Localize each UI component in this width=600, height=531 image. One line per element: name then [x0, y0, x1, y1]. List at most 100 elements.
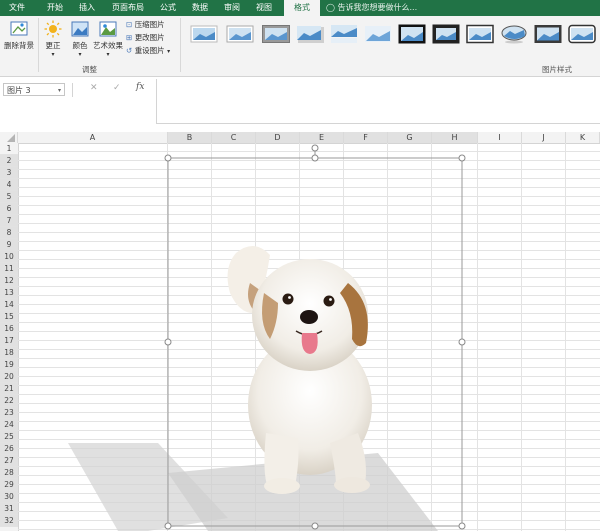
corrections-button[interactable]: 更正 ▾ — [40, 20, 66, 58]
row-header[interactable]: 4 — [0, 179, 18, 191]
picture-style-beveled-matte[interactable] — [262, 24, 290, 44]
tab-format[interactable]: 格式 — [284, 0, 320, 16]
picture-style-black-frame[interactable] — [432, 24, 460, 44]
tab-page-layout[interactable]: 页面布局 — [104, 0, 152, 16]
row-header[interactable]: 6 — [0, 203, 18, 215]
column-header-c[interactable]: C — [212, 132, 256, 143]
tab-insert[interactable]: 插入 — [72, 0, 102, 16]
row-header[interactable]: 9 — [0, 239, 18, 251]
column-header-j[interactable]: J — [522, 132, 566, 143]
row-header[interactable]: 14 — [0, 299, 18, 311]
row-header[interactable]: 7 — [0, 215, 18, 227]
picture-style-soft-edge[interactable] — [226, 24, 254, 44]
row-header[interactable]: 17 — [0, 335, 18, 347]
column-header-k[interactable]: K — [566, 132, 600, 143]
row-header[interactable]: 27 — [0, 455, 18, 467]
tab-review[interactable]: 审阅 — [218, 0, 246, 16]
formula-input[interactable] — [156, 79, 600, 124]
chevron-down-icon: ▾ — [57, 87, 61, 94]
reset-picture-button[interactable]: ↺ 重设图片 ▾ — [126, 45, 170, 57]
artistic-effects-icon — [99, 21, 117, 37]
picture-style-metal-frame[interactable] — [534, 24, 562, 44]
picture-styles-group-label: 图片样式 — [542, 65, 572, 74]
row-header[interactable]: 28 — [0, 467, 18, 479]
column-header-g[interactable]: G — [388, 132, 432, 143]
separator — [38, 18, 39, 72]
tab-home[interactable]: 开始 — [40, 0, 70, 16]
picture-style-simple-frame-black[interactable] — [466, 24, 494, 44]
row-headers: 1 2 3 4 5 6 7 8 9 10 11 12 13 14 15 16 17 18 19 20 21 22 23 24 2… — [0, 143, 19, 531]
row-header[interactable]: 16 — [0, 323, 18, 335]
picture-style-reflected[interactable] — [330, 24, 358, 44]
row-header[interactable]: 19 — [0, 359, 18, 371]
picture-style-rounded-black[interactable] — [568, 24, 596, 44]
change-picture-button[interactable]: ⊞ 更改图片 — [126, 32, 165, 44]
column-header-a[interactable]: A — [18, 132, 168, 143]
name-box[interactable]: 图片 3 ▾ — [3, 83, 65, 96]
tab-formulas[interactable]: 公式 — [154, 0, 182, 16]
ribbon-tab-bar: 文件 开始 插入 页面布局 公式 数据 审阅 视图 格式 ◯ 告诉我您想要做什么… — [0, 0, 600, 16]
enter-icon[interactable]: ✓ — [113, 83, 121, 93]
sun-icon — [44, 20, 62, 38]
column-header-i[interactable]: I — [478, 132, 522, 143]
row-header[interactable]: 20 — [0, 371, 18, 383]
picture-style-drop-shadow[interactable] — [296, 24, 324, 44]
chevron-down-icon: ▾ — [167, 48, 171, 55]
picture-style-oval[interactable] — [500, 24, 528, 44]
picture-color-icon — [71, 21, 89, 37]
separator — [72, 83, 73, 97]
column-header-f[interactable]: F — [344, 132, 388, 143]
row-header[interactable]: 2 — [0, 155, 18, 167]
select-all-corner[interactable] — [0, 132, 18, 143]
compress-pictures-button[interactable]: ⊡ 压缩图片 — [126, 19, 165, 31]
formula-bar-area: 图片 3 ▾ ✕ ✓ fx — [0, 77, 600, 132]
chevron-down-icon: ▾ — [106, 51, 110, 58]
row-header[interactable]: 18 — [0, 347, 18, 359]
cancel-icon[interactable]: ✕ — [90, 83, 98, 93]
column-header-e[interactable]: E — [300, 132, 344, 143]
picture-style-soft-edge-rect[interactable] — [364, 24, 392, 44]
lightbulb-icon: ◯ — [326, 3, 335, 12]
remove-background-icon — [10, 21, 28, 36]
row-header[interactable]: 21 — [0, 383, 18, 395]
compress-icon: ⊡ — [126, 20, 133, 29]
row-header[interactable]: 23 — [0, 407, 18, 419]
picture-style-thick-black-frame[interactable] — [398, 24, 426, 44]
row-header[interactable]: 30 — [0, 491, 18, 503]
tab-view[interactable]: 视图 — [250, 0, 278, 16]
column-header-d[interactable]: D — [256, 132, 300, 143]
row-header[interactable]: 29 — [0, 479, 18, 491]
insert-function-button[interactable]: fx — [136, 82, 144, 92]
change-picture-icon: ⊞ — [126, 33, 133, 42]
row-header[interactable]: 31 — [0, 503, 18, 515]
chevron-down-icon: ▾ — [78, 51, 82, 58]
color-button[interactable]: 颜色 ▾ — [68, 20, 92, 58]
row-header[interactable]: 10 — [0, 251, 18, 263]
tell-me-search[interactable]: ◯ 告诉我您想要做什么... — [326, 0, 417, 16]
remove-background-button[interactable]: 删除背景 — [2, 20, 36, 51]
row-header[interactable]: 11 — [0, 263, 18, 275]
tab-data[interactable]: 数据 — [186, 0, 214, 16]
row-header[interactable]: 24 — [0, 419, 18, 431]
column-header-b[interactable]: B — [168, 132, 212, 143]
row-header[interactable]: 1 — [0, 143, 18, 155]
picture-style-simple-frame-white[interactable] — [190, 24, 218, 44]
row-header[interactable]: 26 — [0, 443, 18, 455]
artistic-effects-button[interactable]: 艺术效果 ▾ — [92, 20, 124, 58]
row-header[interactable]: 13 — [0, 287, 18, 299]
row-header[interactable]: 25 — [0, 431, 18, 443]
reset-picture-icon: ↺ — [126, 46, 133, 55]
worksheet-grid[interactable] — [18, 143, 600, 531]
row-header[interactable]: 32 — [0, 515, 18, 527]
row-header[interactable]: 5 — [0, 191, 18, 203]
column-header-h[interactable]: H — [432, 132, 478, 143]
row-header[interactable]: 12 — [0, 275, 18, 287]
row-header[interactable]: 22 — [0, 395, 18, 407]
adjust-group-label: 调整 — [82, 65, 97, 74]
tab-file[interactable]: 文件 — [2, 0, 32, 16]
ribbon-body: 删除背景 更正 ▾ 颜色 ▾ 艺术效果 ▾ ⊡ 压缩图片 ⊞ 更改图片 ↺ 重设… — [0, 16, 600, 77]
row-header[interactable]: 3 — [0, 167, 18, 179]
row-header[interactable]: 15 — [0, 311, 18, 323]
row-header[interactable]: 8 — [0, 227, 18, 239]
chevron-down-icon: ▾ — [51, 51, 55, 58]
